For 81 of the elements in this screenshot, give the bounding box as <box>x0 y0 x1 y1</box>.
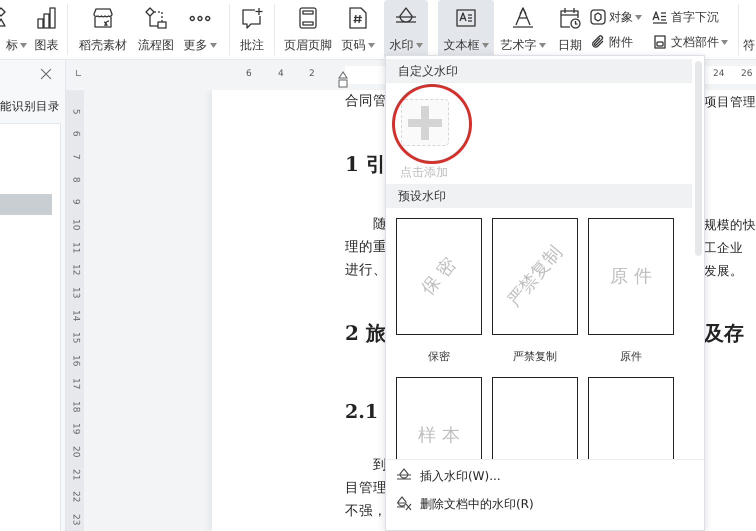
menu-item[interactable]: 删除文档中的水印(R) <box>386 490 704 518</box>
ruler-number: 11 <box>70 242 82 254</box>
ruler-number: 6 <box>70 131 82 137</box>
flowchart-icon <box>144 6 168 30</box>
toolbar-button[interactable]: 首字下沉 <box>652 8 734 26</box>
toolbar-button[interactable]: 附件 <box>590 33 645 52</box>
toolbar-button[interactable]: 页码 <box>337 0 379 59</box>
watermark-preset[interactable] <box>492 377 578 459</box>
cube-icon <box>590 8 606 25</box>
document-text: 随 <box>372 215 385 234</box>
toolbar-button[interactable]: 水印 <box>384 0 428 59</box>
toolbar-button[interactable]: 稻壳素材 <box>75 0 131 59</box>
scrollbar[interactable] <box>695 61 702 256</box>
section-header: 预设水印 <box>386 184 692 208</box>
comment-add-icon <box>240 6 264 30</box>
toolbar-button[interactable]: 更多 <box>181 0 219 59</box>
document-text: 项目管理 <box>704 93 756 111</box>
ruler-number: 6 <box>246 68 252 81</box>
watermark-preset[interactable] <box>588 377 674 459</box>
document-heading: 2.1 <box>345 400 380 425</box>
toolbar-button[interactable]: 对象 <box>590 8 645 26</box>
ruler-number: 24 <box>713 68 724 81</box>
document-text: 目管理 <box>345 479 385 498</box>
ruler-number: 7 <box>70 154 82 160</box>
panel-title: 能识别目录 <box>0 98 61 115</box>
toolbar-button[interactable]: 标 <box>0 0 33 59</box>
ruler-number: 4 <box>278 68 284 81</box>
preset-label: 严禁复制 <box>513 349 557 365</box>
ruler-number: 18 <box>70 400 82 412</box>
ruler-number: 26 <box>741 68 752 81</box>
ruler-number: 12 <box>70 264 82 276</box>
ruler-number: 23 <box>70 514 82 526</box>
ruler-number: 19 <box>70 423 82 435</box>
toolbar-button[interactable]: 图表 <box>33 0 60 59</box>
preset-label: 原件 <box>620 349 642 365</box>
section-header: 自定义水印 <box>386 59 692 83</box>
document-text: 不强， <box>345 502 385 521</box>
ruler-number: 22 <box>70 491 82 503</box>
toolbar-button[interactable]: 页眉页脚 <box>281 0 335 59</box>
close-icon[interactable] <box>40 68 52 80</box>
document-parts-icon <box>652 34 668 50</box>
calendar-icon <box>558 6 582 30</box>
paperclip-icon <box>590 34 606 50</box>
shop-icon <box>91 6 115 30</box>
ruler-number: 2 <box>309 68 315 81</box>
word-art-icon <box>511 6 535 30</box>
toolbar-button[interactable]: 文档部件 <box>652 33 734 52</box>
toolbar-button[interactable]: 日期 <box>552 0 588 59</box>
document-text: 理的重 <box>345 238 385 257</box>
ruler-number: 9 <box>70 199 82 205</box>
add-label: 点击添加 <box>400 164 448 181</box>
ruler-number: 21 <box>70 468 82 480</box>
ruler-number: 14 <box>70 310 82 322</box>
more-icon <box>189 15 211 22</box>
ruler-number: 17 <box>70 378 82 390</box>
watermark-remove-icon <box>396 496 412 512</box>
menu-item[interactable]: 插入水印(W)... <box>386 462 704 490</box>
bar-chart-icon <box>34 6 58 30</box>
tab-stop-icon <box>76 70 81 76</box>
toolbar-button[interactable]: 流程图 <box>133 0 179 59</box>
ruler-number: 10 <box>70 219 82 230</box>
preset-label: 保密 <box>428 349 450 365</box>
ruler-number: 5 <box>70 108 82 114</box>
document-text: 合同管 <box>345 92 385 111</box>
ruler-number: 16 <box>70 355 82 367</box>
toolbar-button[interactable]: 艺术字 <box>498 0 548 59</box>
toolbar-button[interactable]: 符 <box>742 0 756 59</box>
document-text: 工企业 <box>704 239 744 257</box>
plus-icon <box>408 106 442 140</box>
ruler-number: 20 <box>70 446 82 458</box>
document-text: 发展。 <box>704 262 744 280</box>
document-heading: 1 引 <box>345 151 385 178</box>
ruler-number: 8 <box>70 176 82 182</box>
ruler-number: 15 <box>70 332 82 344</box>
drop-cap-icon <box>652 8 668 25</box>
document-text: 规模的快 <box>704 216 756 234</box>
document-text: 进行、 <box>345 261 385 280</box>
toolbar-button[interactable]: 批注 <box>234 0 270 59</box>
document-heading: 2 旅 <box>345 320 385 347</box>
ruler-number: 13 <box>70 287 82 299</box>
document-heading: 及存 <box>704 320 745 347</box>
